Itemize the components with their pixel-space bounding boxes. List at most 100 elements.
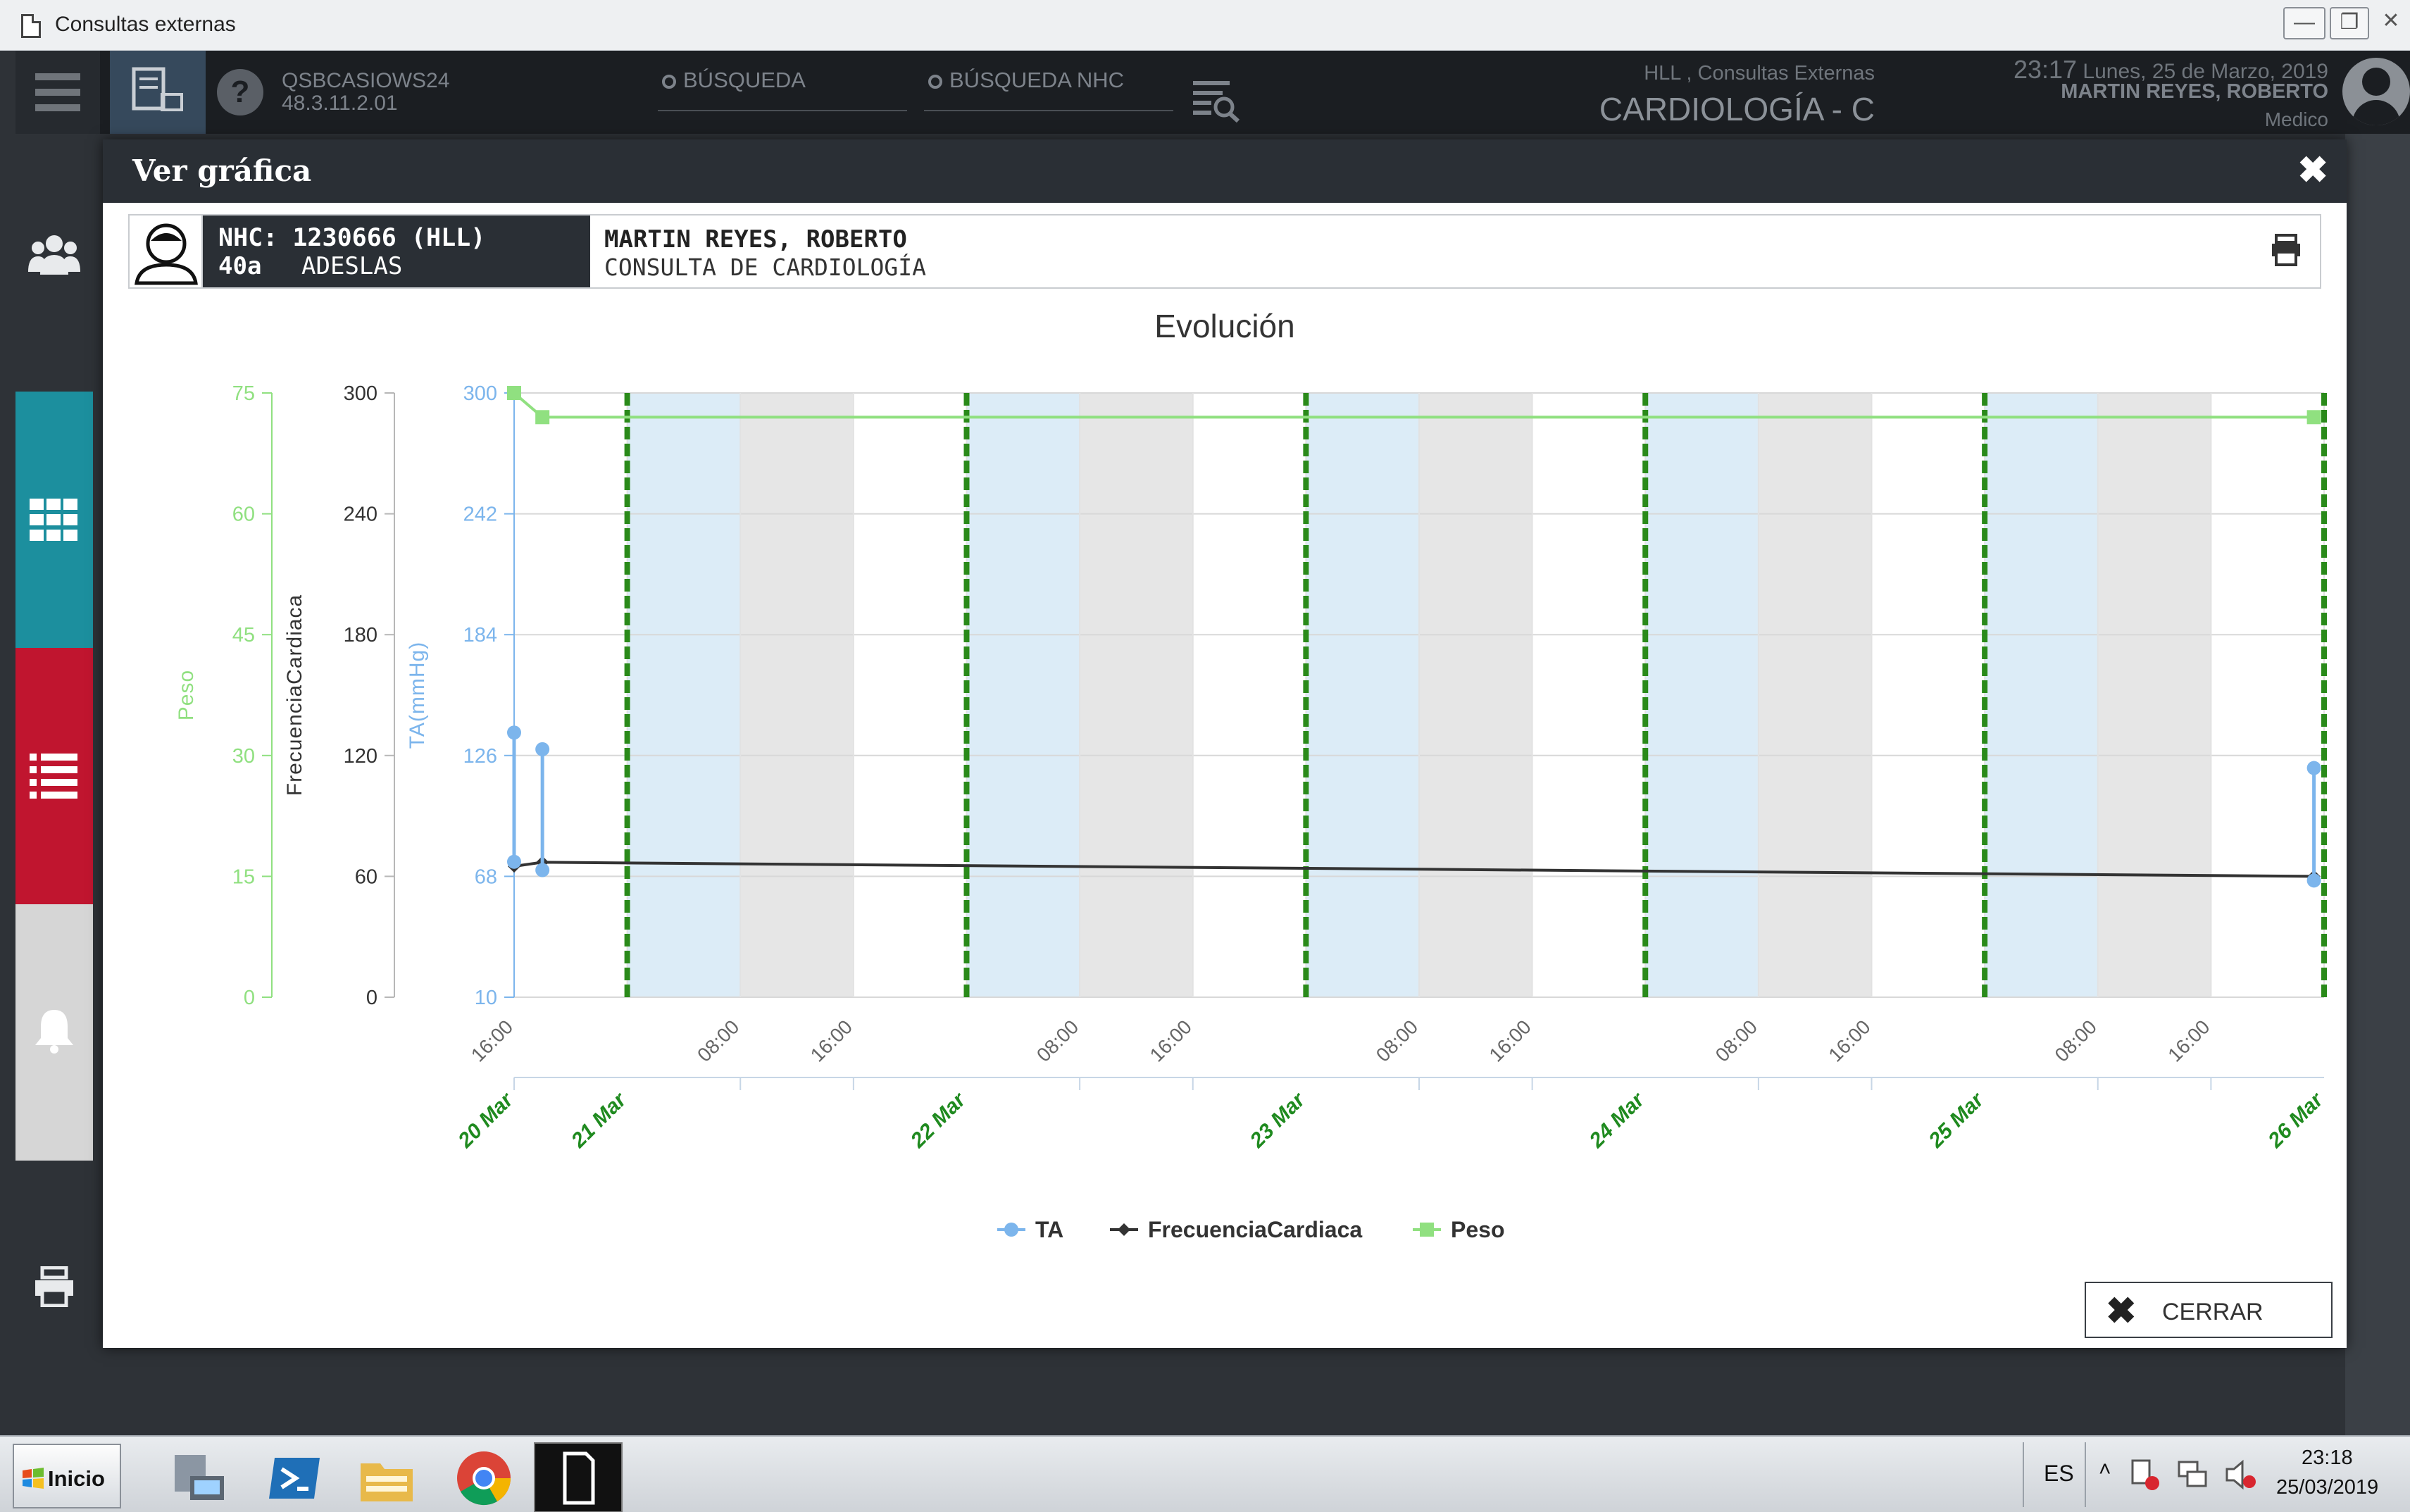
background-panel — [2345, 134, 2410, 1435]
y-axis-label-peso: Peso — [175, 670, 198, 720]
network-icon[interactable] — [2176, 1458, 2210, 1492]
legend-marker — [1118, 1223, 1130, 1236]
nav-print[interactable] — [15, 1161, 93, 1435]
x-time-label: 08:00 — [1032, 1016, 1082, 1066]
x-date-label: 20 Mar — [454, 1087, 519, 1153]
x-time-label: 16:00 — [2164, 1016, 2214, 1066]
x-date-label: 23 Mar — [1245, 1087, 1311, 1153]
nav-list[interactable] — [15, 648, 93, 904]
nav-patients[interactable] — [15, 134, 93, 392]
restore-button[interactable]: ❐ — [2330, 7, 2369, 39]
night-band — [1985, 393, 2098, 997]
app-header: ? QSBCASIOWS24 48.3.11.2.01 BÚSQUEDA BÚS… — [15, 51, 2410, 134]
start-button[interactable]: Inicio — [13, 1444, 121, 1508]
user-name: MARTIN REYES, ROBERTO — [2061, 80, 2328, 103]
night-band — [1306, 393, 1419, 997]
close-button-label: CERRAR — [2162, 1299, 2264, 1325]
active-document-task[interactable] — [534, 1442, 623, 1512]
volume-muted-icon[interactable] — [2224, 1458, 2258, 1492]
close-button[interactable]: ✖ CERRAR — [2085, 1282, 2333, 1338]
start-label: Inicio — [48, 1466, 105, 1491]
x-time-label: 08:00 — [2051, 1016, 2101, 1066]
y-tick-label-frecuencia: 0 — [366, 987, 377, 1009]
close-window-button[interactable]: ✕ — [2372, 7, 2410, 39]
service-label: CARDIOLOGÍA - C — [1599, 91, 1875, 127]
show-hidden-icons-button[interactable]: ˄ — [2099, 1458, 2111, 1482]
search-label: BÚSQUEDA — [683, 68, 806, 92]
y-axis-label-ta: TA(mmHg) — [406, 642, 429, 749]
data-point-ta-low — [2306, 873, 2321, 888]
x-time-label: 08:00 — [1711, 1016, 1761, 1066]
y-tick-label-ta: 242 — [463, 504, 497, 526]
grid-icon — [30, 499, 77, 541]
search-field[interactable]: BÚSQUEDA — [658, 61, 907, 111]
y-tick-label-ta: 126 — [463, 745, 497, 768]
x-date-label: 25 Mar — [1924, 1087, 1990, 1153]
y-tick-label-peso: 60 — [232, 504, 255, 526]
clinical-document-button[interactable] — [110, 51, 206, 134]
y-tick-label-peso: 0 — [244, 987, 255, 1009]
print-icon — [35, 1266, 73, 1307]
advanced-search-icon[interactable] — [1190, 79, 1241, 123]
nav-agenda[interactable] — [15, 392, 93, 648]
close-icon: ✖ — [2106, 1291, 2137, 1332]
y-tick-label-peso: 45 — [232, 624, 255, 646]
x-time-label: 16:00 — [1824, 1016, 1874, 1066]
search-icon — [662, 75, 676, 89]
x-time-label: 16:00 — [1146, 1016, 1196, 1066]
x-date-label: 21 Mar — [566, 1087, 632, 1153]
x-time-label: 08:00 — [693, 1016, 743, 1066]
y-tick-label-frecuencia: 180 — [344, 624, 377, 646]
bell-icon — [35, 1010, 73, 1054]
powershell-icon[interactable] — [265, 1448, 325, 1508]
day-band — [740, 393, 854, 997]
taskbar-time[interactable]: 23:18 — [2302, 1447, 2353, 1470]
day-band — [1758, 393, 1872, 997]
night-band — [1645, 393, 1759, 997]
language-indicator[interactable]: ES — [2044, 1461, 2074, 1487]
nav-notifications[interactable] — [15, 904, 93, 1161]
server-ip: 48.3.11.2.01 — [282, 92, 398, 115]
server-name: QSBCASIOWS24 — [282, 69, 450, 92]
legend-marker — [1004, 1223, 1018, 1237]
y-tick-label-ta: 300 — [463, 382, 497, 405]
chrome-icon[interactable] — [454, 1448, 514, 1508]
data-point-ta-low — [507, 854, 521, 869]
taskbar-date[interactable]: 25/03/2019 — [2276, 1476, 2378, 1499]
flag-alert-icon[interactable] — [2128, 1458, 2162, 1492]
x-time-label: 16:00 — [467, 1016, 517, 1066]
search-nhc-label: BÚSQUEDA NHC — [949, 68, 1125, 92]
taskbar: Inicio ES ˄ 23:18 25/03/2019 — [0, 1435, 2410, 1512]
computer-app-icon[interactable] — [169, 1448, 230, 1508]
hamburger-menu-button[interactable] — [15, 51, 100, 134]
data-point-peso — [535, 410, 550, 425]
evolution-chart: 0 15 30 45 60 75 Peso 0 60 120 180 240 300 Frecuencia… — [175, 382, 2329, 1242]
file-explorer-icon[interactable] — [356, 1448, 417, 1508]
x-date-label: 22 Mar — [906, 1087, 971, 1153]
user-role: Medico — [2264, 108, 2328, 130]
y-tick-label-peso: 75 — [232, 382, 255, 405]
y-axis-label-frecuencia: FrecuenciaCardiaca — [283, 594, 306, 796]
day-band — [2097, 393, 2211, 997]
day-band — [1080, 393, 1193, 997]
hospital-label: HLL , Consultas Externas — [1644, 62, 1875, 85]
x-time-label: 16:00 — [1485, 1016, 1535, 1066]
x-time-label: 08:00 — [1372, 1016, 1422, 1066]
search-nhc-field[interactable]: BÚSQUEDA NHC — [924, 61, 1173, 111]
y-tick-label-ta: 68 — [475, 866, 497, 888]
x-date-label: 26 Mar — [2264, 1087, 2329, 1153]
list-icon — [30, 754, 77, 799]
help-button[interactable]: ? — [217, 69, 263, 115]
minimize-button[interactable]: — — [2283, 7, 2325, 39]
y-tick-label-frecuencia: 120 — [344, 745, 377, 768]
window-titlebar: Consultas externas — ❐ ✕ — [0, 0, 2410, 51]
night-band — [627, 393, 741, 997]
y-tick-label-peso: 15 — [232, 866, 255, 888]
day-band — [1419, 393, 1532, 997]
data-point-ta-high — [507, 725, 521, 740]
legend-marker — [1420, 1223, 1434, 1237]
night-band — [966, 393, 1080, 997]
data-point-peso — [507, 386, 521, 400]
user-avatar[interactable] — [2342, 58, 2410, 125]
y-tick-label-frecuencia: 60 — [355, 866, 377, 888]
